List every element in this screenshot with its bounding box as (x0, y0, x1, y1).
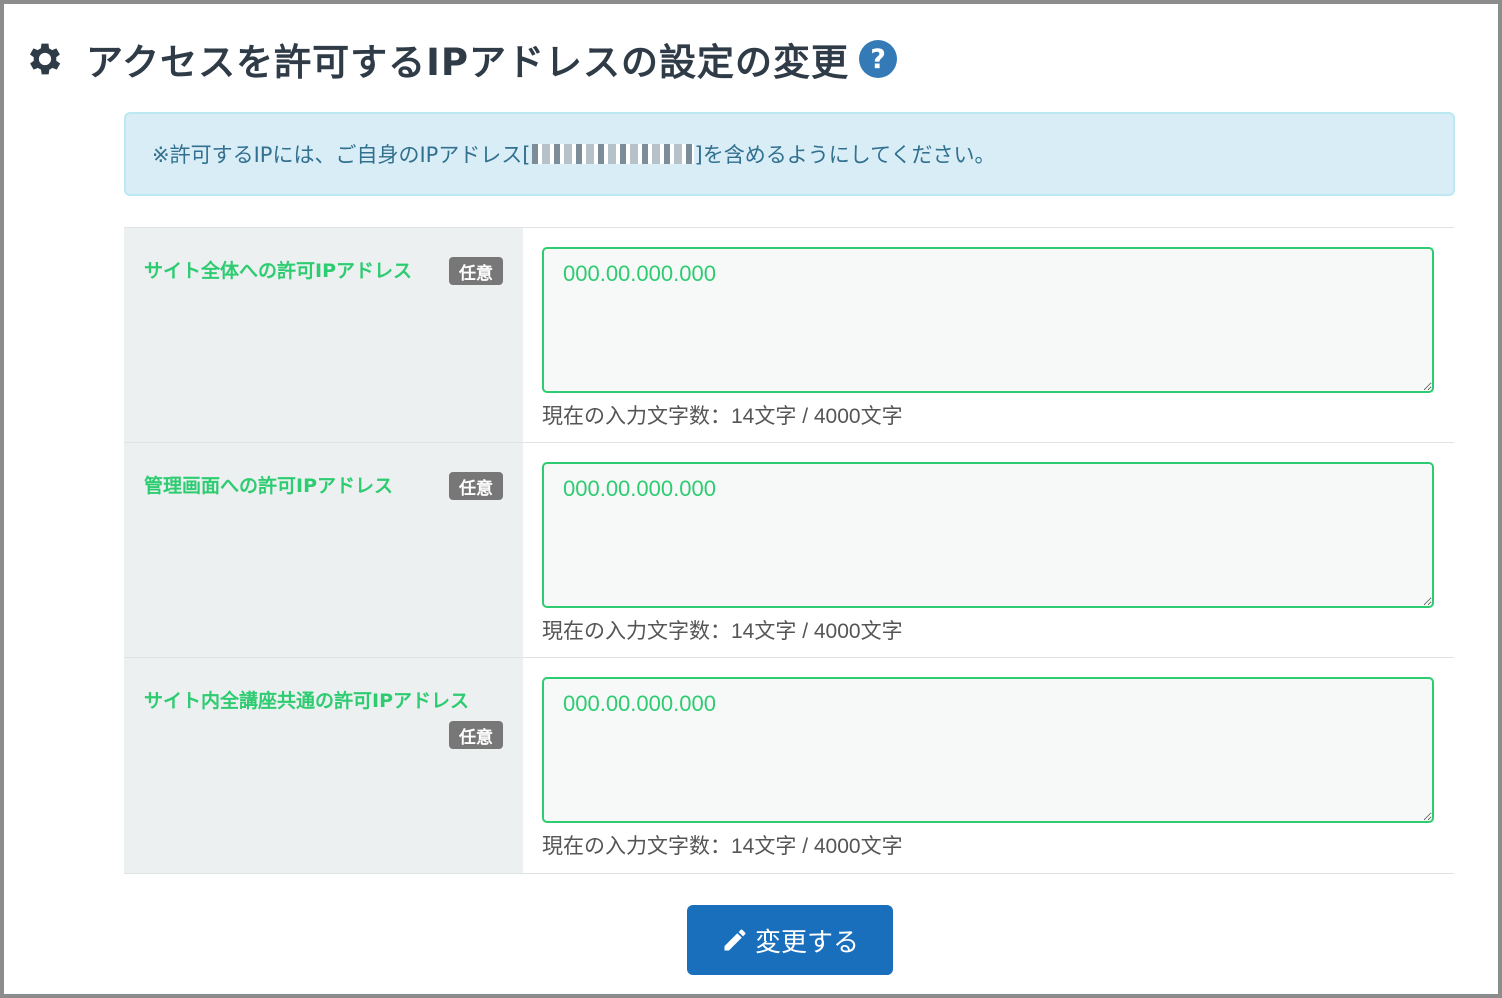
form-row-admin-ip: 管理画面への許可IPアドレス 任意 現在の入力文字数：14文字 / 4000文字 (124, 443, 1454, 658)
row-label-cell: 管理画面への許可IPアドレス 任意 (124, 443, 523, 657)
page-frame: アクセスを許可するIPアドレスの設定の変更 ? ※許可するIPには、ご自身のIP… (0, 0, 1502, 998)
row-field-cell: 現在の入力文字数：14文字 / 4000文字 (523, 228, 1454, 442)
row-field-cell: 現在の入力文字数：14文字 / 4000文字 (523, 443, 1454, 657)
char-count: 現在の入力文字数：14文字 / 4000文字 (542, 835, 903, 858)
page-header: アクセスを許可するIPアドレスの設定の変更 ? (24, 32, 898, 86)
site-ip-textarea[interactable] (542, 247, 1434, 393)
char-count: 現在の入力文字数：14文字 / 4000文字 (542, 620, 903, 643)
gear-icon (29, 43, 61, 75)
optional-badge: 任意 (449, 472, 503, 500)
row-field-cell: 現在の入力文字数：14文字 / 4000文字 (523, 658, 1454, 873)
optional-badge: 任意 (449, 721, 503, 749)
question-circle-icon[interactable]: ? (859, 40, 898, 78)
field-label: サイト内全講座共通の許可IPアドレス (144, 690, 469, 712)
form-row-site-ip: サイト全体への許可IPアドレス 任意 現在の入力文字数：14文字 / 4000文… (124, 228, 1454, 443)
notice-suffix: ]を含めるようにしてください。 (694, 143, 996, 167)
submit-label: 変更する (754, 927, 859, 958)
page-title: アクセスを許可するIPアドレスの設定の変更 (86, 41, 850, 84)
field-label: サイト全体への許可IPアドレス (144, 260, 412, 282)
ip-settings-form: サイト全体への許可IPアドレス 任意 現在の入力文字数：14文字 / 4000文… (124, 227, 1454, 874)
course-ip-textarea[interactable] (542, 677, 1434, 823)
pencil-icon (724, 929, 746, 951)
ip-notice-alert: ※許可するIPには、ご自身のIPアドレス[ ]を含めるようにしてください。 (124, 112, 1455, 196)
admin-ip-textarea[interactable] (542, 462, 1434, 608)
row-label-cell: サイト全体への許可IPアドレス 任意 (124, 228, 523, 442)
row-label-cell: サイト内全講座共通の許可IPアドレス 任意 (124, 658, 523, 873)
notice-prefix: ※許可するIPには、ご自身のIPアドレス[ (152, 143, 531, 167)
field-label: 管理画面への許可IPアドレス (144, 475, 393, 497)
masked-ip-address (531, 144, 694, 164)
form-row-course-ip: サイト内全講座共通の許可IPアドレス 任意 現在の入力文字数：14文字 / 40… (124, 658, 1454, 874)
optional-badge: 任意 (449, 257, 503, 285)
char-count: 現在の入力文字数：14文字 / 4000文字 (542, 405, 903, 428)
submit-button[interactable]: 変更する (687, 905, 893, 975)
